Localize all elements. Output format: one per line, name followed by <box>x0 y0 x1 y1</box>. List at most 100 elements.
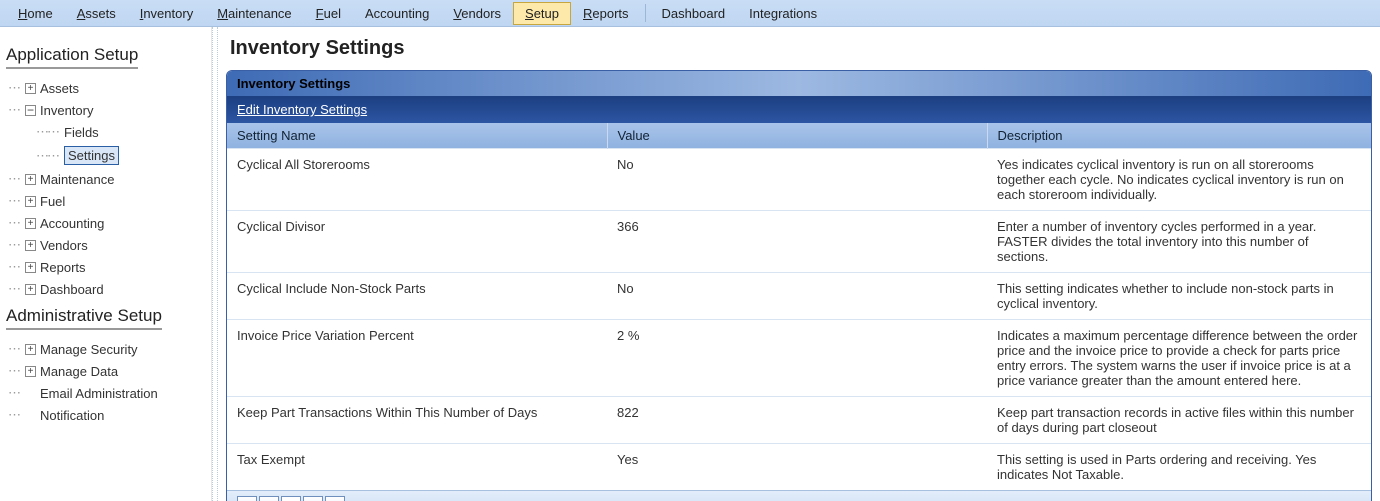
tree-label[interactable]: Accounting <box>40 216 104 231</box>
menu-home[interactable]: Home <box>6 2 65 25</box>
menu-dashboard[interactable]: Dashboard <box>650 2 738 25</box>
tree-line-icon: ⋯ <box>8 215 19 231</box>
tree-item-accounting[interactable]: ⋯ + Accounting <box>6 212 205 234</box>
expand-icon[interactable]: + <box>25 218 36 229</box>
tree-label[interactable]: Manage Security <box>40 342 138 357</box>
collapse-icon[interactable]: − <box>25 105 36 116</box>
cell-desc: Enter a number of inventory cycles perfo… <box>987 211 1371 273</box>
tree-item-inventory[interactable]: ⋯−Inventory <box>6 99 205 121</box>
tree-label[interactable]: Reports <box>40 260 86 275</box>
tree-item-assets[interactable]: ⋯ + Assets <box>6 77 205 99</box>
pager-next-button[interactable]: ► <box>303 496 323 501</box>
tree-item-manage-security[interactable]: ⋯ + Manage Security <box>6 338 205 360</box>
edit-inventory-settings-link[interactable]: Edit Inventory Settings <box>237 102 367 117</box>
tree-item-settings[interactable]: ⋯⋯Settings <box>6 143 205 168</box>
cell-desc: Keep part transaction records in active … <box>987 397 1371 444</box>
tree-item-dashboard[interactable]: ⋯+Dashboard <box>6 278 205 300</box>
menu-accounting[interactable]: Accounting <box>353 2 441 25</box>
table-row[interactable]: Invoice Price Variation Percent2 %Indica… <box>227 320 1371 397</box>
tree-line-icon: ⋯ <box>8 363 19 379</box>
tree-label[interactable]: Dashboard <box>40 282 104 297</box>
col-header-value[interactable]: Value <box>607 123 987 149</box>
pager-page-button[interactable]: 1 <box>281 496 301 501</box>
tree-line-icon: ⋯ <box>8 237 19 253</box>
tree-item-notification[interactable]: ⋯ Notification <box>6 404 205 426</box>
col-header-name[interactable]: Setting Name <box>227 123 607 149</box>
tree-label[interactable]: Inventory <box>40 103 93 118</box>
menu-maintenance[interactable]: Maintenance <box>205 2 303 25</box>
tree-label[interactable]: Maintenance <box>40 172 114 187</box>
cell-name: Invoice Price Variation Percent <box>227 320 607 397</box>
expand-icon[interactable]: + <box>25 196 36 207</box>
table-row[interactable]: Keep Part Transactions Within This Numbe… <box>227 397 1371 444</box>
expand-icon[interactable]: + <box>25 366 36 377</box>
menu-setup[interactable]: Setup <box>513 2 571 25</box>
cell-value: No <box>607 273 987 320</box>
cell-desc: Yes indicates cyclical inventory is run … <box>987 149 1371 211</box>
panel-toolbar: Edit Inventory Settings <box>227 96 1371 123</box>
tree-label[interactable]: Assets <box>40 81 79 96</box>
expand-icon[interactable]: + <box>25 344 36 355</box>
expand-icon[interactable]: + <box>25 174 36 185</box>
panel-footer: |◄ ◄ 1 ► ►| 6 items in 1 pages <box>227 490 1371 501</box>
menu-assets[interactable]: Assets <box>65 2 128 25</box>
menu-reports[interactable]: Reports <box>571 2 641 25</box>
tree-label[interactable]: Fields <box>64 125 99 140</box>
tree-item-reports[interactable]: ⋯ + Reports <box>6 256 205 278</box>
tree-label[interactable]: Manage Data <box>40 364 118 379</box>
tree-item-fuel[interactable]: ⋯ + Fuel <box>6 190 205 212</box>
panel-header: Inventory Settings <box>227 71 1371 96</box>
section-title: Administrative Setup <box>6 306 162 330</box>
cell-value: Yes <box>607 444 987 491</box>
tree-label[interactable]: Email Administration <box>40 386 158 401</box>
inventory-settings-panel: Inventory Settings Edit Inventory Settin… <box>226 70 1372 501</box>
tree-item-email-administration[interactable]: ⋯ Email Administration <box>6 382 205 404</box>
menu-fuel[interactable]: Fuel <box>304 2 353 25</box>
section-title: Application Setup <box>6 45 138 69</box>
tree-label[interactable]: Fuel <box>40 194 65 209</box>
expand-icon[interactable]: + <box>25 240 36 251</box>
tree-line-icon: ⋯⋯ <box>36 124 58 140</box>
tree-item-vendors[interactable]: ⋯ + Vendors <box>6 234 205 256</box>
page-title: Inventory Settings <box>230 37 1372 60</box>
cell-name: Cyclical Include Non-Stock Parts <box>227 273 607 320</box>
table-row[interactable]: Cyclical All StoreroomsNoYes indicates c… <box>227 149 1371 211</box>
menu-vendors[interactable]: Vendors <box>441 2 513 25</box>
col-header-desc[interactable]: Description <box>987 123 1371 149</box>
cell-value: No <box>607 149 987 211</box>
tree-line-icon: ⋯ <box>8 385 19 401</box>
cell-name: Tax Exempt <box>227 444 607 491</box>
tree-item-fields[interactable]: ⋯⋯ Fields <box>6 121 205 143</box>
cell-name: Keep Part Transactions Within This Numbe… <box>227 397 607 444</box>
tree-line-icon: ⋯ <box>8 341 19 357</box>
tree-line-icon: ⋯ <box>8 80 19 96</box>
cell-name: Cyclical Divisor <box>227 211 607 273</box>
pager-prev-button[interactable]: ◄ <box>259 496 279 501</box>
expand-icon[interactable]: + <box>25 83 36 94</box>
table-row[interactable]: Cyclical Include Non-Stock PartsNoThis s… <box>227 273 1371 320</box>
menu-integrations[interactable]: Integrations <box>737 2 829 25</box>
tree-line-icon: ⋯ <box>8 407 19 423</box>
tree-item-maintenance[interactable]: ⋯ + Maintenance <box>6 168 205 190</box>
tree-line-icon: ⋯ <box>8 193 19 209</box>
menu-inventory[interactable]: Inventory <box>128 2 206 25</box>
main-menu-bar: HomeAssetsInventoryMaintenanceFuelAccoun… <box>0 0 1380 27</box>
expand-icon[interactable]: + <box>25 284 36 295</box>
menu-separator <box>645 4 646 22</box>
cell-desc: This setting indicates whether to includ… <box>987 273 1371 320</box>
tree-item-manage-data[interactable]: ⋯ + Manage Data <box>6 360 205 382</box>
pager: |◄ ◄ 1 ► ►| <box>237 496 345 501</box>
pager-last-button[interactable]: ►| <box>325 496 345 501</box>
table-row[interactable]: Tax ExemptYesThis setting is used in Par… <box>227 444 1371 491</box>
tree-label[interactable]: Settings <box>64 146 119 165</box>
tree-label[interactable]: Notification <box>40 408 104 423</box>
pager-first-button[interactable]: |◄ <box>237 496 257 501</box>
tree-line-icon: ⋯ <box>8 102 19 118</box>
tree-line-icon: ⋯ <box>8 171 19 187</box>
cell-value: 2 % <box>607 320 987 397</box>
main-content: Inventory Settings Inventory Settings Ed… <box>218 27 1380 501</box>
tree-label[interactable]: Vendors <box>40 238 88 253</box>
expand-icon[interactable]: + <box>25 262 36 273</box>
tree-line-icon: ⋯ <box>8 259 19 275</box>
table-row[interactable]: Cyclical Divisor366Enter a number of inv… <box>227 211 1371 273</box>
